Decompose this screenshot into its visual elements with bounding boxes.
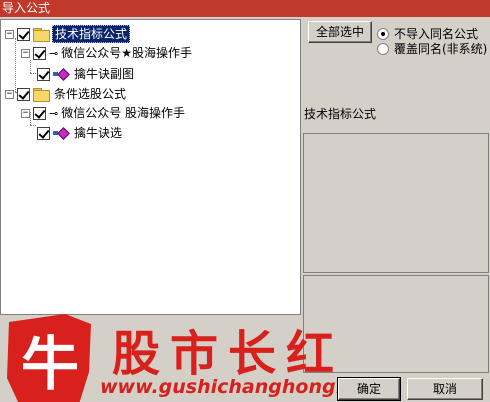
watermark-badge-char: 牛 — [21, 330, 79, 398]
window-title: 导入公式 — [0, 0, 490, 17]
folder-icon — [33, 28, 50, 42]
formula-wechat-2-checkbox[interactable] — [33, 106, 46, 120]
tree-connector — [15, 38, 16, 92]
radio-overwrite[interactable]: 覆盖同名(非系统) — [377, 40, 487, 57]
formula-description-panel — [303, 133, 489, 273]
import-formula-dialog: − 技术指标公式 − ⊸ 微信公众号★股海操作手 擒牛诀副图 − 条件选股公式 … — [0, 17, 490, 402]
group-technical-checkbox[interactable] — [17, 27, 30, 41]
formula-wechat-1-label[interactable]: 微信公众号★股海操作手 — [59, 45, 194, 61]
key-icon: ⊸ — [49, 106, 58, 120]
cancel-button[interactable]: 取消 — [407, 378, 483, 400]
formula-wechat-1-checkbox[interactable] — [33, 46, 46, 60]
detail-section-label: 技术指标公式 — [304, 107, 377, 121]
indicator-1-checkbox[interactable] — [37, 67, 50, 81]
group-screening-checkbox[interactable] — [17, 87, 30, 101]
collapse-toggle[interactable]: − — [5, 29, 14, 39]
screener-1-label[interactable]: 擒牛诀选 — [72, 125, 124, 141]
tree-node-formula-wechat-2[interactable]: − ⊸ 微信公众号 股海操作手 — [21, 104, 187, 122]
diamond-icon — [53, 67, 69, 81]
tree-node-group-screening[interactable]: − 条件选股公式 — [5, 85, 128, 103]
key-icon: ⊸ — [49, 46, 58, 60]
tree-node-group-technical[interactable]: − 技术指标公式 — [5, 25, 131, 43]
group-technical-label[interactable]: 技术指标公式 — [52, 25, 131, 43]
collapse-toggle[interactable]: − — [21, 48, 30, 58]
radio-no-import-dot[interactable] — [377, 27, 389, 40]
tree-node-screener-1[interactable]: 擒牛诀选 — [37, 124, 124, 142]
tree-connector — [30, 125, 36, 126]
formula-wechat-2-label[interactable]: 微信公众号 股海操作手 — [59, 105, 187, 121]
tree-node-formula-wechat-1[interactable]: − ⊸ 微信公众号★股海操作手 — [21, 44, 194, 62]
collapse-toggle[interactable]: − — [21, 108, 30, 118]
radio-overwrite-dot[interactable] — [377, 42, 389, 55]
ok-button[interactable]: 确定 — [337, 377, 401, 401]
watermark-logo: 牛 — [7, 314, 91, 402]
formula-tree[interactable]: − 技术指标公式 − ⊸ 微信公众号★股海操作手 擒牛诀副图 − 条件选股公式 … — [0, 19, 301, 315]
collapse-toggle[interactable]: − — [5, 89, 14, 99]
group-screening-label[interactable]: 条件选股公式 — [52, 86, 128, 102]
indicator-1-label[interactable]: 擒牛诀副图 — [72, 66, 136, 82]
diamond-icon — [53, 126, 69, 140]
watermark-title: 股市长红 — [112, 326, 345, 382]
screener-1-checkbox[interactable] — [37, 126, 50, 140]
tree-node-indicator-1[interactable]: 擒牛诀副图 — [37, 65, 136, 83]
radio-overwrite-label: 覆盖同名(非系统) — [394, 42, 488, 56]
select-all-button[interactable]: 全部选中 — [308, 21, 372, 43]
folder-icon — [33, 88, 50, 102]
tree-connector — [30, 73, 36, 74]
